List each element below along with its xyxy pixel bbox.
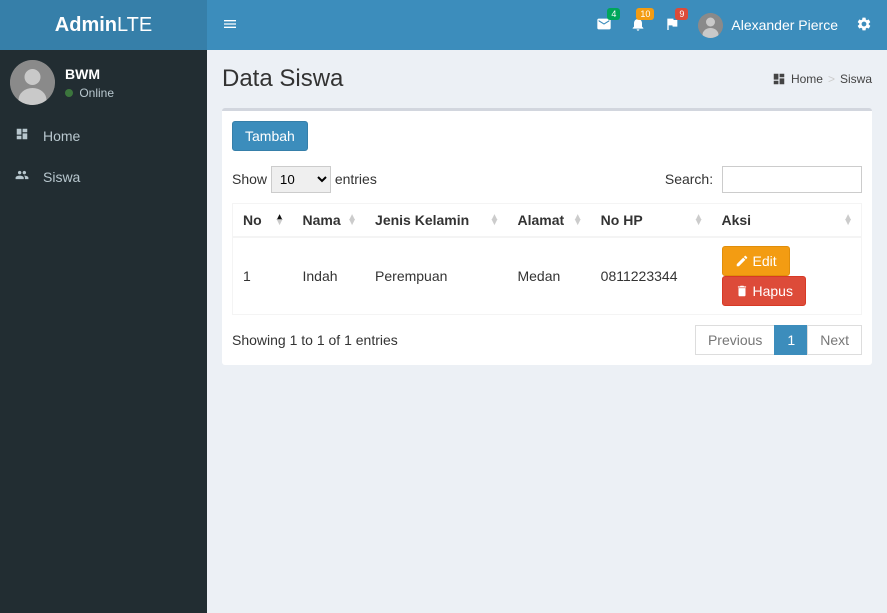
sidebar-item-siswa[interactable]: Siswa — [0, 156, 207, 197]
sidebar-item-label: Siswa — [43, 169, 80, 185]
sort-icon: ▲▼ — [843, 215, 853, 225]
col-aksi[interactable]: Aksi▲▼ — [712, 204, 862, 238]
users-icon — [15, 168, 35, 185]
dashboard-icon — [772, 72, 786, 86]
paginate-page-1[interactable]: 1 — [774, 325, 808, 355]
paginate-previous[interactable]: Previous — [695, 325, 775, 355]
cell-aksi: Edit Hapus — [712, 237, 862, 315]
datatable-length-select[interactable]: 10 — [271, 166, 331, 193]
nav-messages[interactable]: 4 — [596, 16, 612, 35]
col-no[interactable]: No▲▼ — [233, 204, 293, 238]
paginate-next[interactable]: Next — [807, 325, 862, 355]
gears-icon — [856, 16, 872, 32]
sort-icon: ▲▼ — [694, 215, 704, 225]
breadcrumb: Home > Siswa — [772, 72, 872, 86]
datatable-search: Search: — [665, 166, 862, 193]
sort-icon: ▲▼ — [573, 215, 583, 225]
sort-icon: ▲▼ — [275, 215, 285, 225]
sort-icon: ▲▼ — [490, 215, 500, 225]
breadcrumb-separator: > — [828, 72, 835, 86]
col-jenis-kelamin[interactable]: Jenis Kelamin▲▼ — [365, 204, 507, 238]
nav-tasks[interactable]: 9 — [664, 16, 680, 35]
table-row: 1 Indah Perempuan Medan 0811223344 Edit — [233, 237, 862, 315]
col-nama[interactable]: Nama▲▼ — [293, 204, 366, 238]
nav-user-menu[interactable]: Alexander Pierce — [698, 13, 838, 38]
add-button[interactable]: Tambah — [232, 121, 308, 151]
sidebar-item-home[interactable]: Home — [0, 115, 207, 156]
pagination: Previous 1 Next — [696, 325, 862, 355]
sidebar-user-status[interactable]: Online — [65, 86, 114, 100]
badge-notifications: 10 — [636, 8, 654, 20]
badge-messages: 4 — [607, 8, 620, 20]
online-status-dot-icon — [65, 89, 73, 97]
cell-no: 1 — [233, 237, 293, 315]
trash-icon — [735, 284, 749, 298]
sort-icon: ▲▼ — [347, 215, 357, 225]
nav-settings[interactable] — [856, 16, 872, 35]
datatable-length: Show 10 entries — [232, 166, 377, 193]
cell-no-hp: 0811223344 — [591, 237, 712, 315]
col-alamat[interactable]: Alamat▲▼ — [507, 204, 590, 238]
page-title: Data Siswa — [222, 65, 343, 93]
sidebar-item-label: Home — [43, 128, 80, 144]
brand-logo[interactable]: AdminLTE — [0, 0, 207, 50]
cell-alamat: Medan — [507, 237, 590, 315]
dashboard-icon — [15, 127, 35, 144]
search-input[interactable] — [722, 166, 862, 193]
edit-button[interactable]: Edit — [722, 246, 790, 276]
nav-username: Alexander Pierce — [731, 17, 838, 33]
datatable-info: Showing 1 to 1 of 1 entries — [232, 332, 398, 348]
sidebar-avatar — [10, 60, 55, 105]
delete-button[interactable]: Hapus — [722, 276, 806, 306]
breadcrumb-current: Siswa — [840, 72, 872, 86]
nav-notifications[interactable]: 10 — [630, 16, 646, 35]
badge-tasks: 9 — [675, 8, 688, 20]
cell-nama: Indah — [293, 237, 366, 315]
col-no-hp[interactable]: No HP▲▼ — [591, 204, 712, 238]
pencil-icon — [735, 254, 749, 268]
nav-avatar — [698, 13, 723, 38]
cell-jenis-kelamin: Perempuan — [365, 237, 507, 315]
sidebar-user-panel: BWM Online — [0, 50, 207, 115]
breadcrumb-home[interactable]: Home — [791, 72, 823, 86]
sidebar-toggle-button[interactable] — [222, 16, 238, 35]
sidebar-user-name: BWM — [65, 66, 114, 82]
